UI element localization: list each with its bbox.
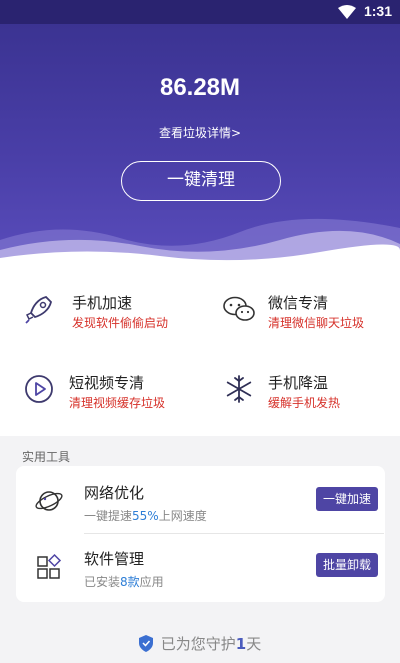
status-time: 1:31 (363, 3, 392, 19)
feature-title: 手机加速 (72, 294, 133, 312)
network-globe-icon (35, 491, 63, 511)
shield-icon (138, 635, 153, 652)
accelerate-button[interactable]: 一键加速 (315, 487, 378, 511)
junk-detail-link[interactable]: 查看垃圾详情> (0, 124, 400, 141)
feature-subtitle: 缓解手机发热 (268, 396, 341, 410)
feature-phone-cooldown[interactable]: 手机降温 缓解手机发热 (222, 372, 392, 412)
feature-phone-speedup[interactable]: 手机加速 发现软件偷偷启动 (22, 292, 192, 332)
wifi-icon (338, 5, 356, 19)
feature-grid: 手机加速 发现软件偷偷启动 微信专清 清理微信聊天垃圾 短视频专清 清理视频缓存… (0, 270, 400, 436)
tool-desc-highlight: 55% (132, 509, 159, 523)
feature-subtitle: 发现软件偷偷启动 (72, 316, 169, 330)
feature-short-video-clean[interactable]: 短视频专清 清理视频缓存垃圾 (22, 372, 202, 412)
footer-prefix: 已为您守护 (160, 635, 236, 653)
tool-desc: 一键提速55%上网速度 (84, 509, 207, 523)
feature-title: 手机降温 (268, 374, 329, 392)
protected-days: 1 (235, 635, 247, 653)
feature-title: 短视频专清 (69, 374, 145, 392)
feature-subtitle: 清理视频缓存垃圾 (69, 396, 166, 410)
tool-network-optimize[interactable]: 网络优化 一键提速55%上网速度 一键加速 (16, 468, 385, 533)
batch-uninstall-button[interactable]: 批量卸载 (315, 553, 378, 577)
feature-title: 微信专清 (268, 294, 329, 312)
tool-app-manager[interactable]: 软件管理 已安装8款应用 批量卸载 (16, 534, 385, 599)
protection-footer: 已为您守护1天 (0, 633, 400, 654)
footer-suffix: 天 (246, 635, 262, 653)
one-click-clean-button[interactable]: 一键清理 (121, 161, 281, 201)
play-icon (25, 375, 53, 403)
tool-name: 网络优化 (84, 484, 145, 502)
junk-size-value: 86.28M (159, 74, 241, 101)
snowflake-icon (226, 375, 252, 403)
tool-desc-highlight: 8款 (120, 575, 140, 589)
hero-panel: 86.28M 查看垃圾详情> 一键清理 (0, 24, 400, 270)
rocket-icon (25, 296, 52, 324)
tool-desc: 已安装8款应用 (84, 575, 164, 589)
wave-decoration (0, 218, 400, 270)
feature-wechat-clean[interactable]: 微信专清 清理微信聊天垃圾 (222, 292, 392, 332)
tools-section-label: 实用工具 (22, 450, 71, 464)
tools-card: 网络优化 一键提速55%上网速度 一键加速 软件管理 已安装8款应用 批量卸载 (16, 466, 385, 602)
status-bar: 1:31 (0, 0, 400, 24)
tool-name: 软件管理 (84, 550, 145, 568)
apps-grid-icon (37, 553, 62, 579)
wechat-icon (223, 296, 255, 321)
feature-subtitle: 清理微信聊天垃圾 (268, 316, 365, 330)
